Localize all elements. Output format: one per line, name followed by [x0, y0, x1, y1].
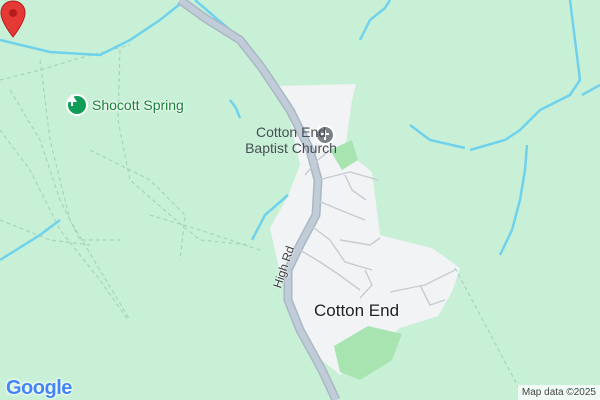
church-label-line1: Cotton End — [255, 124, 327, 140]
google-logo-text: Google — [6, 377, 72, 399]
map-attribution[interactable]: Map data ©2025 — [517, 385, 600, 400]
google-logo[interactable]: Google — [6, 377, 72, 400]
map-canvas[interactable]: Shocott Spring Cotton End Baptist Church… — [0, 0, 600, 400]
location-pin-icon[interactable] — [0, 0, 26, 38]
tree-icon — [66, 94, 88, 116]
poi-shocott-spring[interactable]: Shocott Spring — [66, 94, 184, 116]
town-label[interactable]: Cotton End — [314, 301, 399, 321]
map-layer — [0, 0, 600, 400]
church-label-line2: Baptist Church — [245, 140, 337, 156]
church-label[interactable]: Cotton End Baptist Church — [222, 124, 360, 156]
poi-label: Shocott Spring — [92, 97, 184, 113]
